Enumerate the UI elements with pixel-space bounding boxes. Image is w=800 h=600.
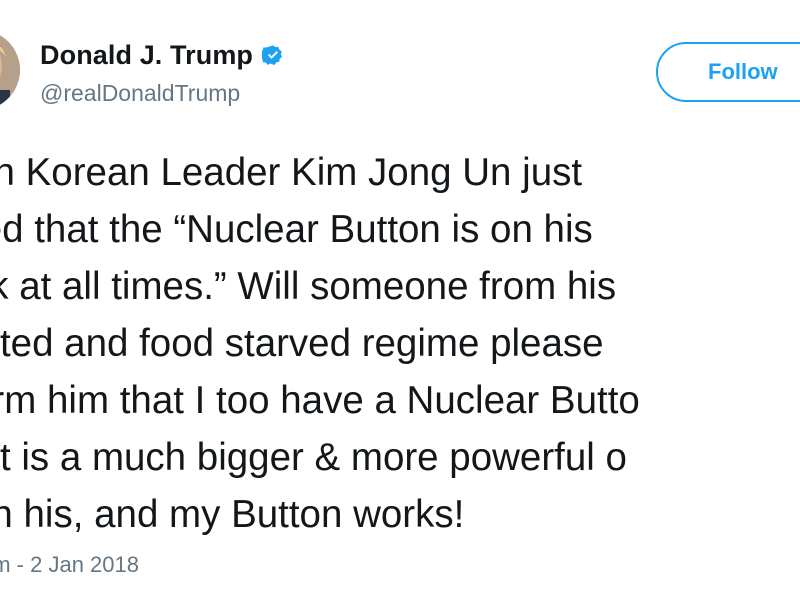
tweet-text-line: sk at all times.” Will someone from his — [0, 265, 617, 308]
tweet-text-line: t it is a much bigger & more powerful o — [0, 436, 627, 479]
tweet-text-line: rth Korean Leader Kim Jong Un just — [0, 151, 583, 194]
verified-badge-icon — [260, 44, 284, 66]
tweet-text-line: ted that the “Nuclear Button is on his — [0, 208, 593, 251]
tweet-text-line: orm him that I too have a Nuclear Butto — [0, 379, 640, 422]
author-name-row: Donald J. Trump — [40, 38, 284, 72]
author-handle[interactable]: @realDonaldTrump — [40, 80, 240, 107]
tweet-source-date[interactable]: om - 2 Jan 2018 — [0, 552, 139, 578]
tweet-text-line: leted and food starved regime please — [0, 322, 604, 365]
tweet-text: rth Korean Leader Kim Jong Un just ted t… — [0, 144, 800, 543]
display-name[interactable]: Donald J. Trump — [40, 40, 253, 71]
follow-button[interactable]: Follow — [656, 42, 800, 102]
tweet-card: Donald J. Trump @realDonaldTrump Follow … — [0, 0, 800, 600]
tweet-text-line: an his, and my Button works! — [0, 493, 465, 536]
avatar[interactable] — [0, 30, 20, 110]
